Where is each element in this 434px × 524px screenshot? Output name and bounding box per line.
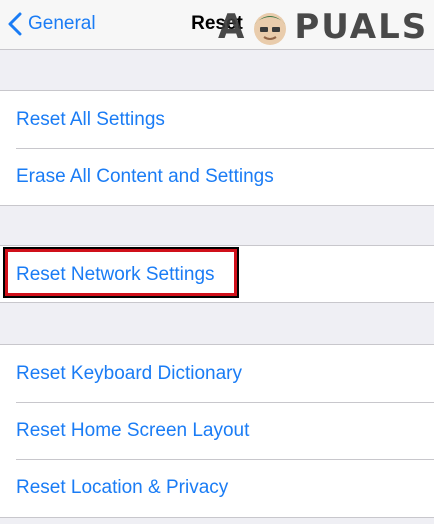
row-label: Reset All Settings	[16, 108, 165, 130]
settings-group-network: Reset Network Settings	[0, 245, 434, 303]
watermark-text-start: A	[218, 7, 247, 47]
row-label: Reset Network Settings	[16, 263, 215, 285]
reset-location-privacy-row[interactable]: Reset Location & Privacy	[0, 459, 434, 516]
reset-network-settings-row[interactable]: Reset Network Settings	[0, 246, 434, 303]
appuals-watermark: A PUALS	[218, 4, 428, 50]
settings-group-other-resets: Reset Keyboard Dictionary Reset Home Scr…	[0, 344, 434, 518]
row-label: Reset Location & Privacy	[16, 476, 229, 498]
settings-group-reset-all: Reset All Settings Erase All Content and…	[0, 90, 434, 206]
reset-home-screen-layout-row[interactable]: Reset Home Screen Layout	[0, 402, 434, 459]
navigation-bar: General Reset A PUALS	[0, 0, 434, 50]
reset-all-settings-row[interactable]: Reset All Settings	[0, 91, 434, 148]
row-label: Erase All Content and Settings	[16, 165, 274, 187]
row-label: Reset Home Screen Layout	[16, 419, 250, 441]
row-label: Reset Keyboard Dictionary	[16, 362, 242, 384]
watermark-text-end: PUALS	[294, 7, 429, 47]
mascot-icon	[254, 13, 287, 45]
reset-keyboard-dictionary-row[interactable]: Reset Keyboard Dictionary	[0, 345, 434, 402]
erase-all-content-row[interactable]: Erase All Content and Settings	[0, 148, 434, 205]
